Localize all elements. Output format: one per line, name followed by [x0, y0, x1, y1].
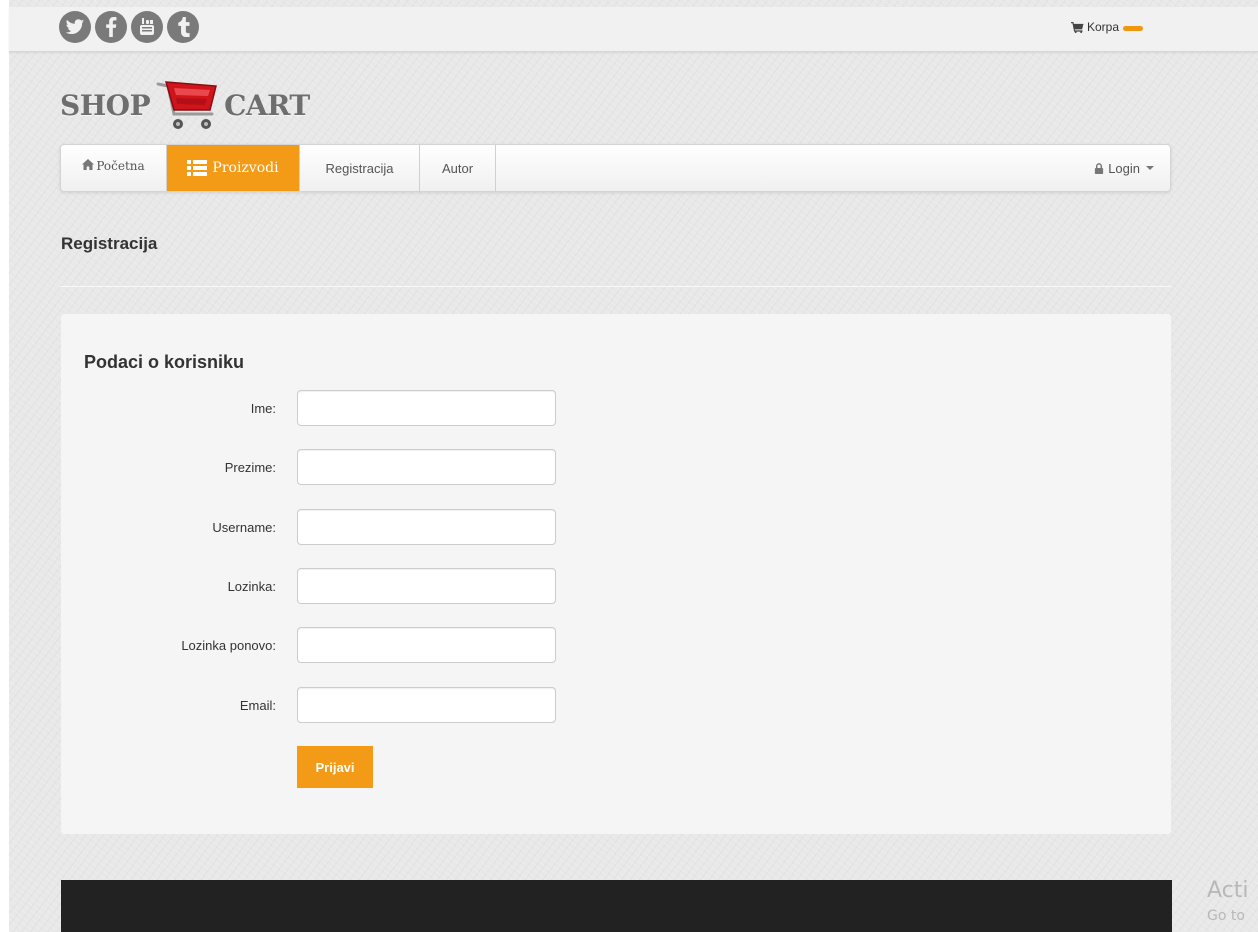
first-name-input[interactable]	[297, 390, 556, 426]
nav-item-home[interactable]: Početna	[61, 145, 167, 191]
username-input[interactable]	[297, 509, 556, 545]
submit-button[interactable]: Prijavi	[297, 746, 373, 788]
form-row-username: Username:	[61, 509, 661, 545]
form-row-password: Lozinka:	[61, 568, 661, 604]
last-name-input[interactable]	[297, 449, 556, 485]
form-row-last-name: Prezime:	[61, 449, 661, 485]
logo-text-shop: SHOP	[60, 88, 151, 122]
form-section-title: Podaci o korisniku	[84, 352, 245, 372]
cart-count-badge	[1123, 26, 1144, 31]
username-label: Username:	[212, 519, 276, 535]
top-bar: Korpa	[9, 7, 1258, 52]
main-navbar: Početna Proizvodi Registracija Autor Log…	[60, 144, 1171, 192]
home-icon	[82, 159, 95, 170]
registration-form-panel: Podaci o korisniku Ime: Prezime: Usernam…	[61, 314, 1171, 834]
email-input[interactable]	[297, 687, 556, 723]
last-name-label: Prezime:	[224, 459, 276, 475]
cart-icon	[1071, 21, 1084, 33]
youtube-icon[interactable]	[131, 11, 163, 43]
page-title: Registracija	[61, 234, 158, 253]
chevron-down-icon	[1146, 166, 1154, 170]
first-name-label: Ime:	[250, 400, 276, 416]
cart-label: Korpa	[1087, 20, 1120, 34]
site-logo[interactable]: SHOP CART	[60, 74, 310, 136]
password-label: Lozinka:	[227, 578, 276, 594]
login-dropdown[interactable]: Login	[1094, 145, 1154, 191]
password-repeat-input[interactable]	[297, 627, 556, 663]
form-row-first-name: Ime:	[61, 390, 661, 426]
page-divider	[60, 286, 1171, 287]
nav-item-author[interactable]: Autor	[420, 145, 496, 191]
login-label: Login	[1108, 160, 1140, 176]
twitter-icon[interactable]	[59, 11, 91, 43]
page-left-edge	[0, 0, 9, 932]
facebook-icon[interactable]	[95, 11, 127, 43]
list-icon	[187, 160, 208, 176]
password-input[interactable]	[297, 568, 556, 604]
nav-item-products-label: Proizvodi	[212, 160, 279, 176]
nav-item-registration[interactable]: Registracija	[299, 145, 420, 191]
lock-icon	[1095, 162, 1104, 174]
logo-text-cart: CART	[224, 88, 310, 122]
nav-item-products[interactable]: Proizvodi	[167, 145, 299, 191]
activation-watermark: Acti Go to	[1207, 876, 1258, 932]
tumblr-icon[interactable]	[167, 11, 199, 43]
watermark-line-1: Acti	[1207, 878, 1249, 903]
nav-item-home-label: Početna	[96, 159, 145, 173]
password-repeat-label: Lozinka ponovo:	[181, 637, 276, 653]
page-footer	[61, 880, 1172, 932]
form-row-password-repeat: Lozinka ponovo:	[61, 627, 661, 663]
watermark-line-2: Go to	[1207, 908, 1245, 924]
cart-link[interactable]: Korpa	[1071, 20, 1144, 34]
form-row-email: Email:	[61, 687, 661, 723]
shopping-cart-logo-icon	[156, 81, 218, 129]
email-label: Email:	[239, 697, 276, 713]
social-links	[59, 11, 203, 43]
